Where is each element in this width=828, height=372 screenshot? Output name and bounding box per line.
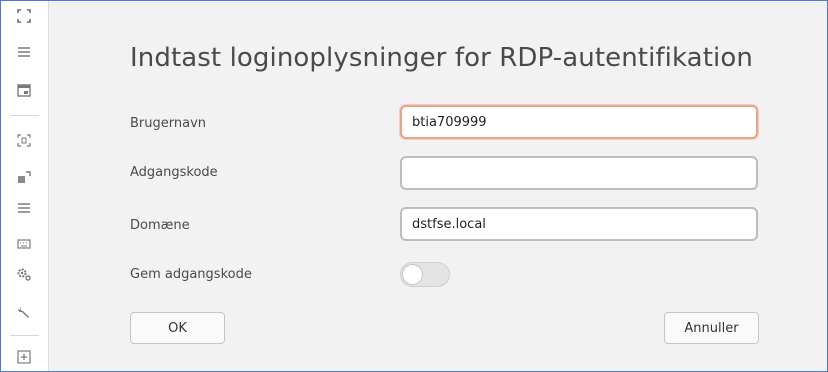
sidebar-divider [10, 115, 39, 116]
list-icon[interactable] [14, 199, 34, 217]
password-field[interactable] [400, 156, 758, 190]
save-password-toggle[interactable] [400, 262, 450, 287]
username-field[interactable] [400, 105, 758, 139]
cancel-button[interactable]: Annuller [664, 312, 759, 344]
fullscreen-icon[interactable] [14, 7, 34, 25]
password-label: Adgangskode [130, 165, 218, 180]
save-password-label: Gem adgangskode [130, 267, 252, 282]
domain-field[interactable] [400, 207, 758, 241]
dialog-title: Indtast loginoplysninger for RDP-autenti… [130, 43, 753, 73]
domain-label: Domæne [130, 218, 190, 233]
toggle-knob [402, 264, 423, 285]
ok-button[interactable]: OK [130, 312, 225, 344]
add-window-icon[interactable] [14, 348, 34, 366]
username-label: Brugernavn [130, 116, 207, 131]
menu-icon[interactable] [14, 43, 34, 61]
wrench-icon[interactable] [14, 303, 34, 321]
window-icon[interactable] [14, 81, 34, 99]
sidebar [1, 1, 49, 371]
gears-icon[interactable] [14, 265, 34, 283]
keyboard-icon[interactable] [14, 235, 34, 253]
expand-icon[interactable] [14, 168, 34, 186]
sidebar-divider [10, 335, 39, 336]
fit-screen-icon[interactable] [14, 131, 34, 149]
